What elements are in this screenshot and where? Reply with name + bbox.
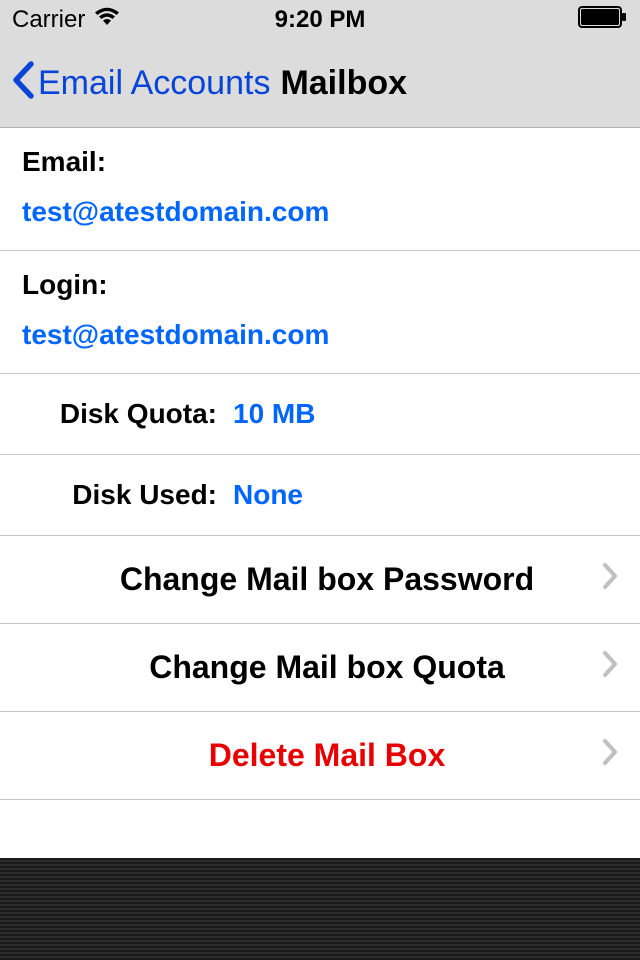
change-quota-label: Change Mail box Quota xyxy=(22,649,602,686)
page-title: Mailbox xyxy=(280,64,407,103)
content: Email: test@atestdomain.com Login: test@… xyxy=(0,128,640,800)
change-password-label: Change Mail box Password xyxy=(22,561,602,598)
email-label: Email: xyxy=(22,146,618,178)
disk-used-label: Disk Used: xyxy=(22,479,217,511)
disk-used-cell: Disk Used: None xyxy=(0,455,640,536)
wifi-icon xyxy=(93,6,121,34)
status-left: Carrier xyxy=(12,6,121,34)
back-button[interactable]: Email Accounts xyxy=(38,64,270,103)
disk-quota-cell: Disk Quota: 10 MB xyxy=(0,374,640,455)
chevron-right-icon xyxy=(602,648,618,687)
change-password-button[interactable]: Change Mail box Password xyxy=(0,536,640,624)
email-value[interactable]: test@atestdomain.com xyxy=(22,196,618,228)
delete-mailbox-button[interactable]: Delete Mail Box xyxy=(0,712,640,800)
footer-bar xyxy=(0,858,640,960)
disk-used-value: None xyxy=(233,479,303,511)
login-value[interactable]: test@atestdomain.com xyxy=(22,319,618,351)
change-quota-button[interactable]: Change Mail box Quota xyxy=(0,624,640,712)
battery-icon xyxy=(578,6,628,35)
login-cell: Login: test@atestdomain.com xyxy=(0,251,640,374)
email-cell: Email: test@atestdomain.com xyxy=(0,128,640,251)
disk-quota-value: 10 MB xyxy=(233,398,315,430)
status-right xyxy=(578,6,628,35)
disk-quota-label: Disk Quota: xyxy=(22,398,217,430)
carrier-label: Carrier xyxy=(12,6,85,34)
status-time: 9:20 PM xyxy=(275,6,366,34)
status-bar: Carrier 9:20 PM xyxy=(0,0,640,40)
nav-bar: Email Accounts Mailbox xyxy=(0,40,640,128)
back-chevron-icon[interactable] xyxy=(12,61,34,107)
delete-mailbox-label: Delete Mail Box xyxy=(22,737,602,774)
chevron-right-icon xyxy=(602,560,618,599)
login-label: Login: xyxy=(22,269,618,301)
chevron-right-icon xyxy=(602,736,618,775)
